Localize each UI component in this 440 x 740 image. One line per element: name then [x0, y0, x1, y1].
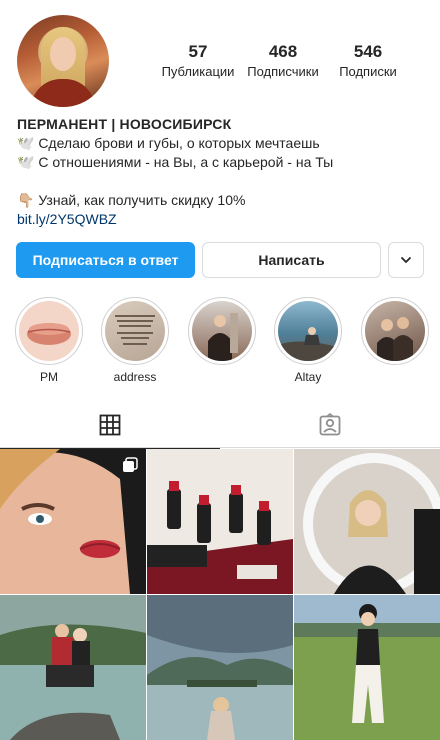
highlight-label: Altay — [294, 370, 322, 384]
post-photo — [294, 449, 440, 594]
profile-bio: ПЕРМАНЕНТ | НОВОСИБИРСК 🕊️ Сделаю брови … — [17, 115, 427, 229]
message-button[interactable]: Написать — [202, 242, 381, 278]
suggested-accounts-button[interactable] — [388, 242, 424, 278]
highlight-cover — [192, 301, 252, 361]
post-photo — [147, 449, 293, 594]
stat-followers-label: Подписчики — [247, 64, 319, 79]
highlight-item[interactable]: Altay — [273, 297, 343, 384]
posts-grid — [0, 449, 440, 740]
post-thumbnail[interactable] — [294, 595, 440, 740]
bio-line-1: 🕊️ Сделаю брови и губы, о которых мечтае… — [17, 135, 320, 151]
post-thumbnail[interactable] — [147, 595, 293, 740]
profile-name: ПЕРМАНЕНТ | НОВОСИБИРСК — [17, 116, 232, 132]
post-photo — [0, 595, 146, 740]
post-photo — [294, 595, 440, 740]
stat-posts-label: Публикации — [161, 64, 235, 79]
post-thumbnail[interactable] — [147, 449, 293, 594]
highlight-cover — [19, 301, 79, 361]
highlight-label — [360, 370, 430, 384]
highlight-ring — [361, 297, 429, 365]
highlight-item[interactable] — [187, 297, 257, 384]
tagged-person-icon — [319, 413, 341, 436]
multiple-photos-icon — [123, 457, 138, 472]
stat-following-label: Подписки — [339, 64, 397, 79]
highlight-ring — [188, 297, 256, 365]
bio-line-3: 👇🏼 Узнай, как получить скидку 10% — [17, 192, 246, 208]
highlight-cover — [365, 301, 425, 361]
grid-icon — [99, 414, 121, 436]
highlight-label: address — [113, 370, 157, 384]
highlight-item[interactable]: address — [100, 297, 170, 384]
profile-header: 57 Публикации 468 Подписчики 546 Подписк… — [0, 0, 440, 112]
bio-spacer — [17, 172, 427, 191]
story-highlights: PM address Altay — [0, 297, 440, 389]
stat-following-value: 546 — [353, 42, 383, 61]
highlight-ring — [101, 297, 169, 365]
stat-followers[interactable]: 468 Подписчики — [244, 42, 322, 80]
bio-link[interactable]: bit.ly/2Y5QWBZ — [17, 210, 427, 229]
bio-line-2: 🕊️ С отношениями - на Вы, а с карьерой -… — [17, 154, 334, 170]
stat-posts[interactable]: 57 Публикации — [160, 42, 236, 80]
post-thumbnail[interactable] — [294, 449, 440, 594]
post-thumbnail[interactable] — [0, 449, 146, 594]
highlight-cover — [105, 301, 165, 361]
highlight-cover — [278, 301, 338, 361]
profile-tabs — [0, 402, 440, 449]
stat-followers-value: 468 — [268, 42, 298, 61]
highlight-item[interactable] — [360, 297, 430, 384]
profile-actions: Подписаться в ответ Написать — [16, 242, 424, 278]
tab-posts-grid[interactable] — [0, 402, 220, 449]
highlight-ring — [15, 297, 83, 365]
highlight-item[interactable]: PM — [14, 297, 84, 384]
highlight-ring — [274, 297, 342, 365]
stat-following[interactable]: 546 Подписки — [330, 42, 406, 80]
avatar-face — [50, 37, 76, 71]
post-photo — [147, 595, 293, 740]
tab-tagged[interactable] — [220, 402, 440, 448]
chevron-down-icon — [401, 257, 411, 263]
stat-posts-value: 57 — [188, 42, 208, 61]
highlight-label: PM — [40, 370, 58, 384]
follow-back-button[interactable]: Подписаться в ответ — [16, 242, 195, 278]
highlight-label — [187, 370, 257, 384]
profile-avatar[interactable] — [17, 15, 109, 107]
post-thumbnail[interactable] — [0, 595, 146, 740]
